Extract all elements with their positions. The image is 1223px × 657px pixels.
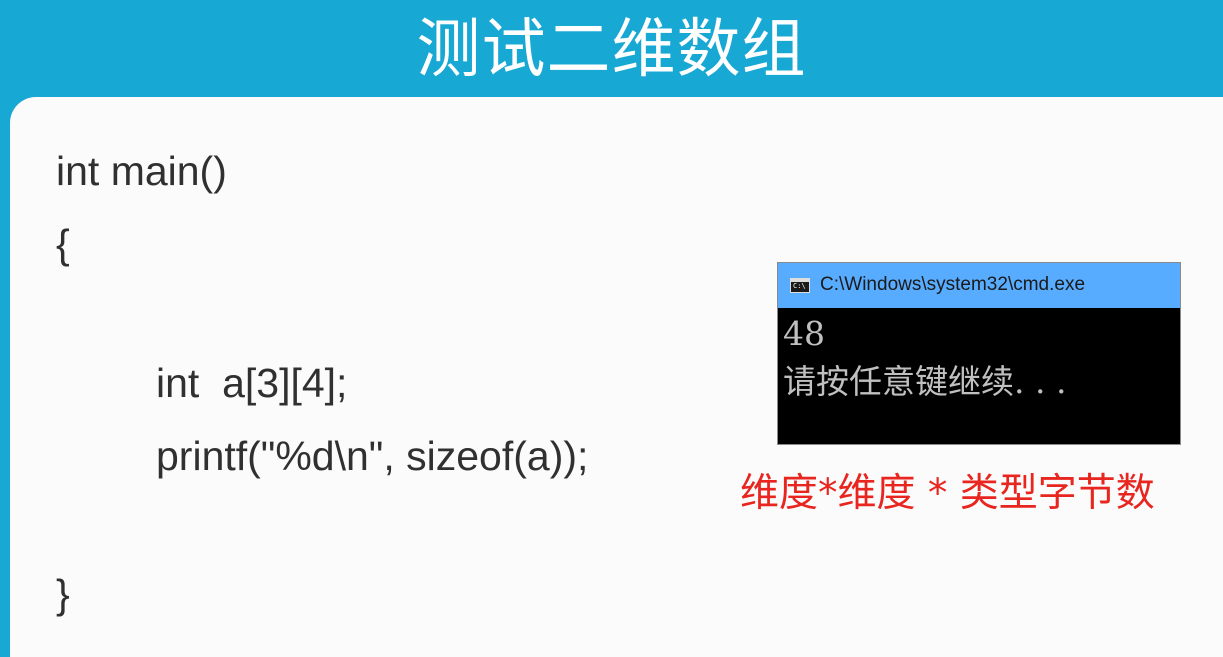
console-icon: C:\ [790, 278, 810, 293]
code-line-close-brace: } [56, 571, 70, 617]
code-line-printf-call: printf("%d\n", sizeof(a)); [156, 433, 589, 479]
code-line-array-declaration: int a[3][4]; [156, 360, 348, 406]
title-banner: 测试二维数组 [0, 0, 1223, 97]
console-window-title: C:\Windows\system32\cmd.exe [820, 274, 1086, 295]
slide-title: 测试二维数组 [416, 13, 807, 87]
console-window: C:\ C:\Windows\system32\cmd.exe 48 请按任意键… [777, 262, 1181, 445]
size-formula-annotation: 维度*维度 * 类型字节数 [740, 471, 1155, 516]
console-titlebar: C:\ C:\Windows\system32\cmd.exe [778, 263, 1180, 308]
console-output-value: 48 [783, 314, 825, 353]
code-line-open-brace: { [56, 221, 70, 267]
console-output-prompt: 请按任意键继续. . . [783, 362, 1067, 401]
code-line-main-signature: int main() [56, 148, 227, 194]
